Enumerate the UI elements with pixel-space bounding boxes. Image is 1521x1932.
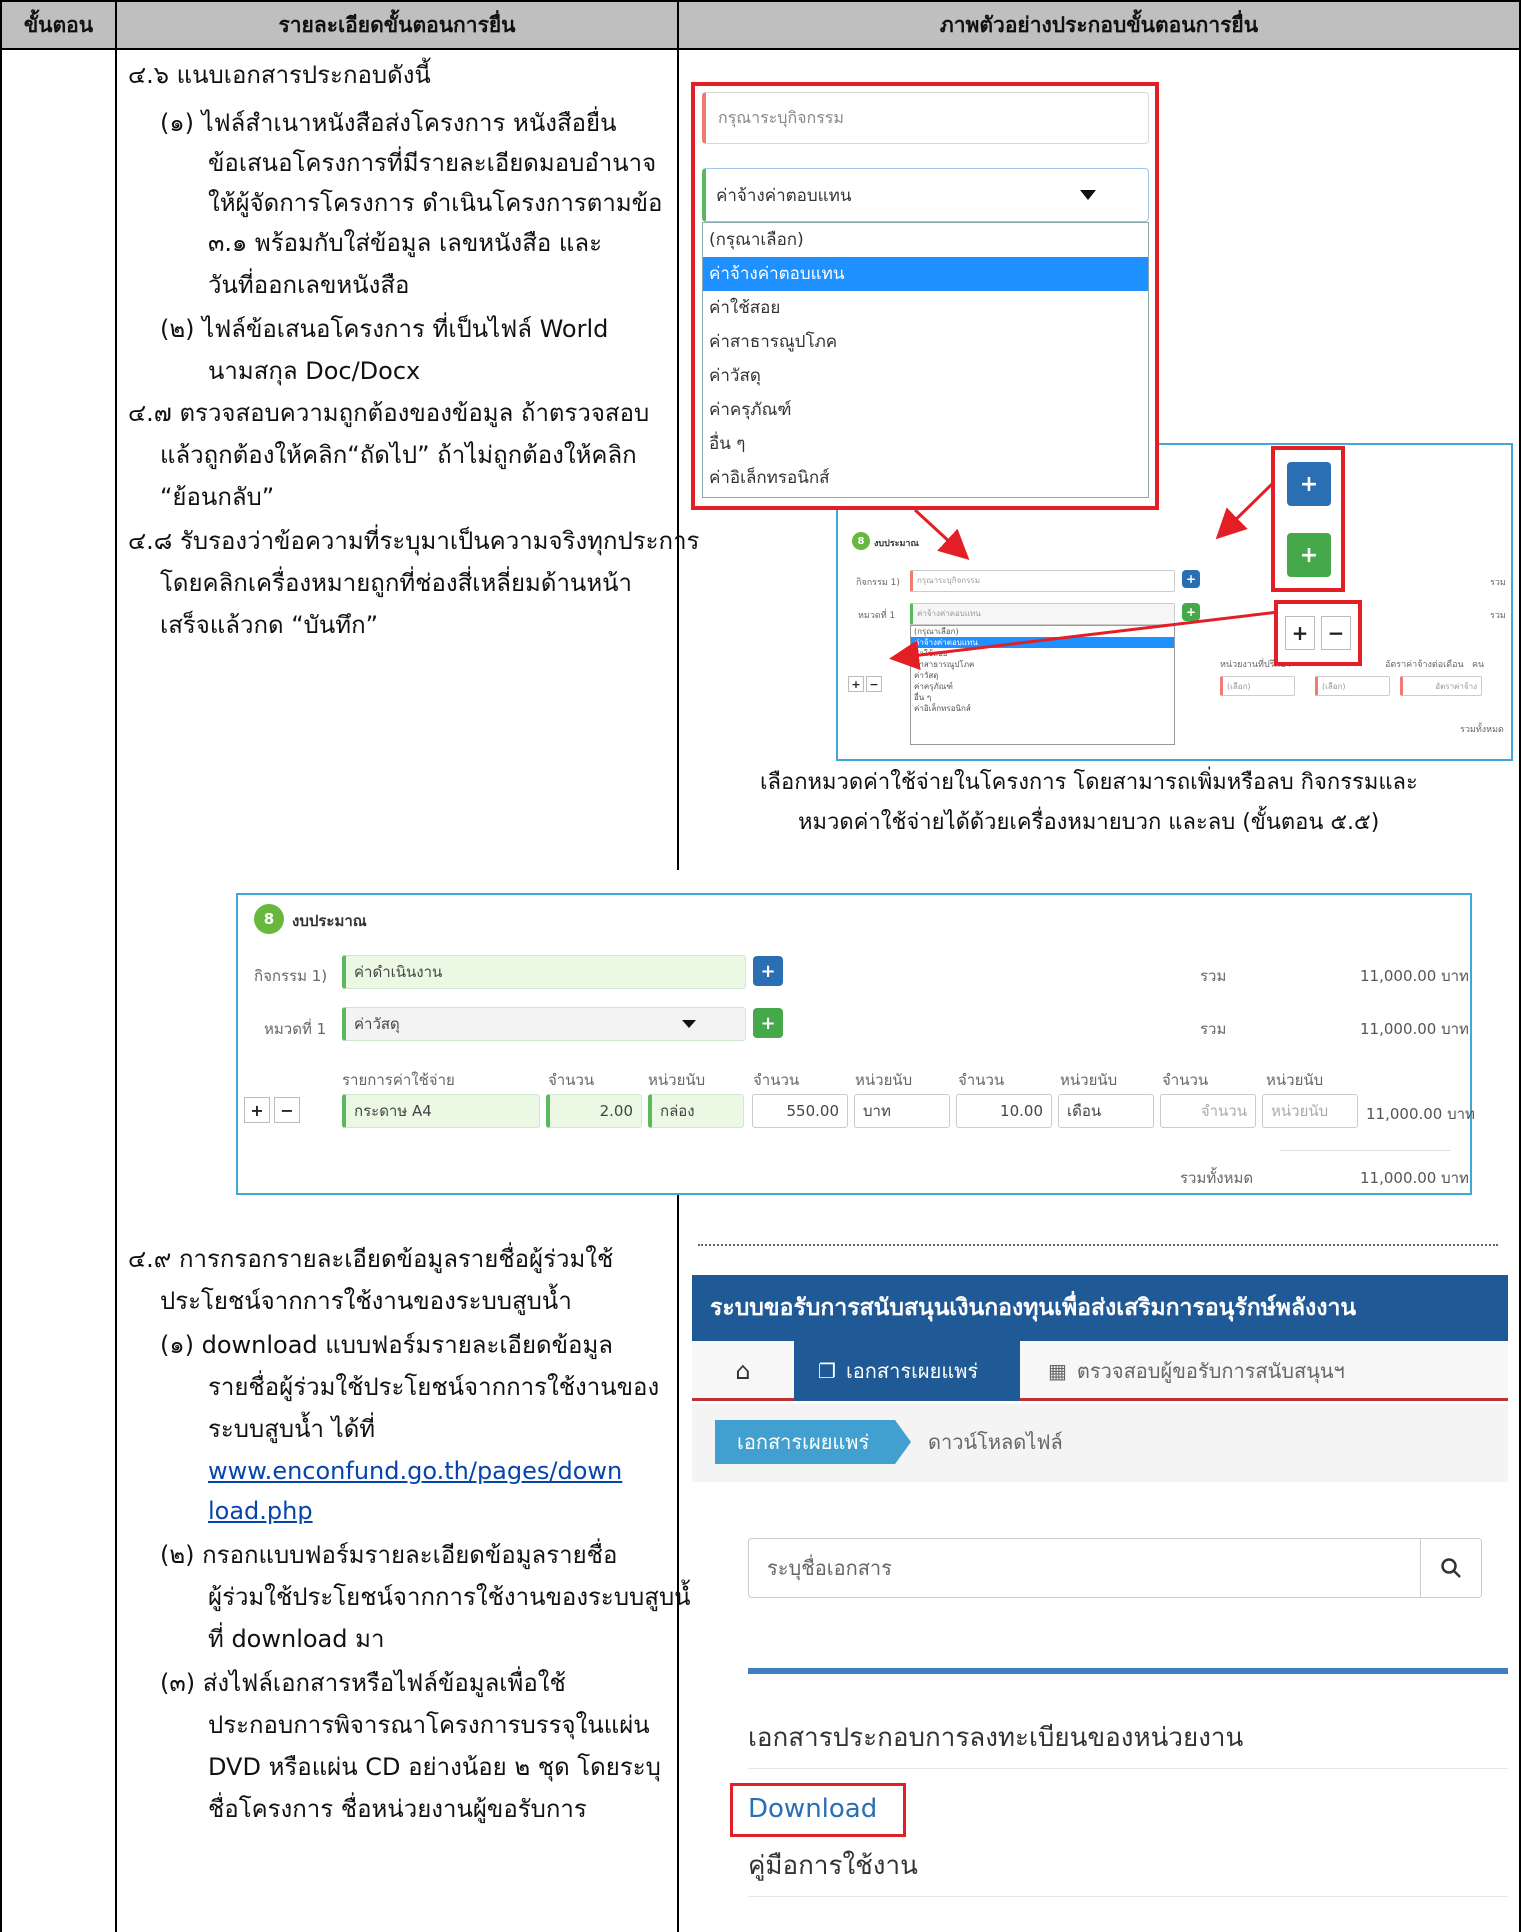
tab-docs[interactable]: ❐ เอกสารเผยแพร่ <box>794 1341 1020 1401</box>
col-unit: หน่วยนับ <box>648 1071 706 1089</box>
section-badge: 8 <box>254 904 284 934</box>
qty-input[interactable]: จำนวน <box>1160 1094 1256 1128</box>
item-input[interactable]: กระดาษ A4 <box>342 1094 540 1128</box>
divider <box>1280 1150 1450 1151</box>
category-sum: 11,000.00 บาท <box>1360 1020 1469 1038</box>
figure-caption: เลือกหมวดค่าใช้จ่ายในโครงการ โดยสามารถเพ… <box>760 770 1418 795</box>
unit-input[interactable]: หน่วยนับ <box>1262 1094 1358 1128</box>
category-label: หมวดที่ 1 <box>264 1020 327 1038</box>
minus-button[interactable]: − <box>274 1097 300 1123</box>
col-unit: หน่วยนับ <box>1060 1071 1118 1089</box>
arrow-to-add <box>1215 481 1275 540</box>
unit-input[interactable]: กล่อง <box>648 1094 744 1128</box>
row-total: 11,000.00 บาท <box>1366 1105 1475 1123</box>
divider <box>748 1896 1508 1897</box>
qty-input[interactable]: 10.00 <box>956 1094 1052 1128</box>
col-qty: จำนวน <box>548 1071 595 1089</box>
add-category-button[interactable]: + <box>753 1008 783 1038</box>
activity-sum: 11,000.00 บาท <box>1360 967 1469 985</box>
copy-icon: ❐ <box>818 1359 836 1383</box>
activity-input[interactable]: ค่าดำเนินงาน <box>342 955 746 989</box>
arrow-to-plus-minus <box>889 610 1279 671</box>
chevron-down-icon <box>682 1020 696 1028</box>
figure-caption: หมวดค่าใช้จ่ายได้ด้วยเครื่องหมายบวก และล… <box>798 810 1380 835</box>
qty-input[interactable]: 550.00 <box>752 1094 848 1128</box>
unit-input[interactable]: บาท <box>854 1094 950 1128</box>
col-item: รายการค่าใช้จ่าย <box>342 1071 455 1089</box>
tab-docs-label: เอกสารเผยแพร่ <box>845 1359 979 1383</box>
breadcrumb-arrow <box>895 1420 911 1464</box>
divider <box>748 1768 1508 1769</box>
grand-total-label: รวมทั้งหมด <box>1180 1169 1254 1187</box>
unit-input[interactable]: เดือน <box>1058 1094 1154 1128</box>
col-unit: หน่วยนับ <box>1266 1071 1324 1089</box>
col-unit: หน่วยนับ <box>855 1071 913 1089</box>
sum-label: รวม <box>1200 967 1227 985</box>
home-icon[interactable]: ⌂ <box>692 1341 794 1401</box>
plus-button[interactable]: + <box>244 1097 270 1123</box>
search-icon[interactable] <box>1420 1539 1480 1597</box>
breadcrumb-download[interactable]: ดาวน์โหลดไฟล์ <box>928 1420 1063 1464</box>
col-qty: จำนวน <box>753 1071 800 1089</box>
tab-check[interactable]: ▦ ตรวจสอบผู้ขอรับการสนับสนุนฯ <box>1032 1341 1508 1401</box>
tab-check-label: ตรวจสอบผู้ขอรับการสนับสนุนฯ <box>1076 1359 1345 1383</box>
accent-rule <box>748 1668 1508 1674</box>
arrow-to-activity <box>913 508 970 561</box>
activity-label: กิจกรรม 1) <box>254 967 328 985</box>
doc-heading: เอกสารประกอบการลงทะเบียนของหน่วยงาน <box>748 1723 1244 1753</box>
manual-link[interactable]: คู่มือการใช้งาน <box>748 1845 918 1886</box>
download-link[interactable]: Download <box>748 1794 877 1824</box>
search-input[interactable]: ระบุชื่อเอกสาร <box>748 1538 1482 1598</box>
breadcrumb-docs[interactable]: เอกสารเผยแพร่ <box>715 1420 895 1464</box>
dotted-separator <box>698 1244 1498 1246</box>
col-qty: จำนวน <box>958 1071 1005 1089</box>
building-icon: ▦ <box>1048 1359 1067 1383</box>
col-qty: จำนวน <box>1162 1071 1209 1089</box>
qty-input[interactable]: 2.00 <box>546 1094 642 1128</box>
section-title: งบประมาณ <box>292 912 367 930</box>
sum-label: รวม <box>1200 1020 1227 1038</box>
portal-title-bar: ระบบขอรับการสนับสนุนเงินกองทุนเพื่อส่งเส… <box>692 1275 1508 1341</box>
grand-total-value: 11,000.00 บาท <box>1360 1169 1469 1187</box>
add-activity-button[interactable]: + <box>753 956 783 986</box>
